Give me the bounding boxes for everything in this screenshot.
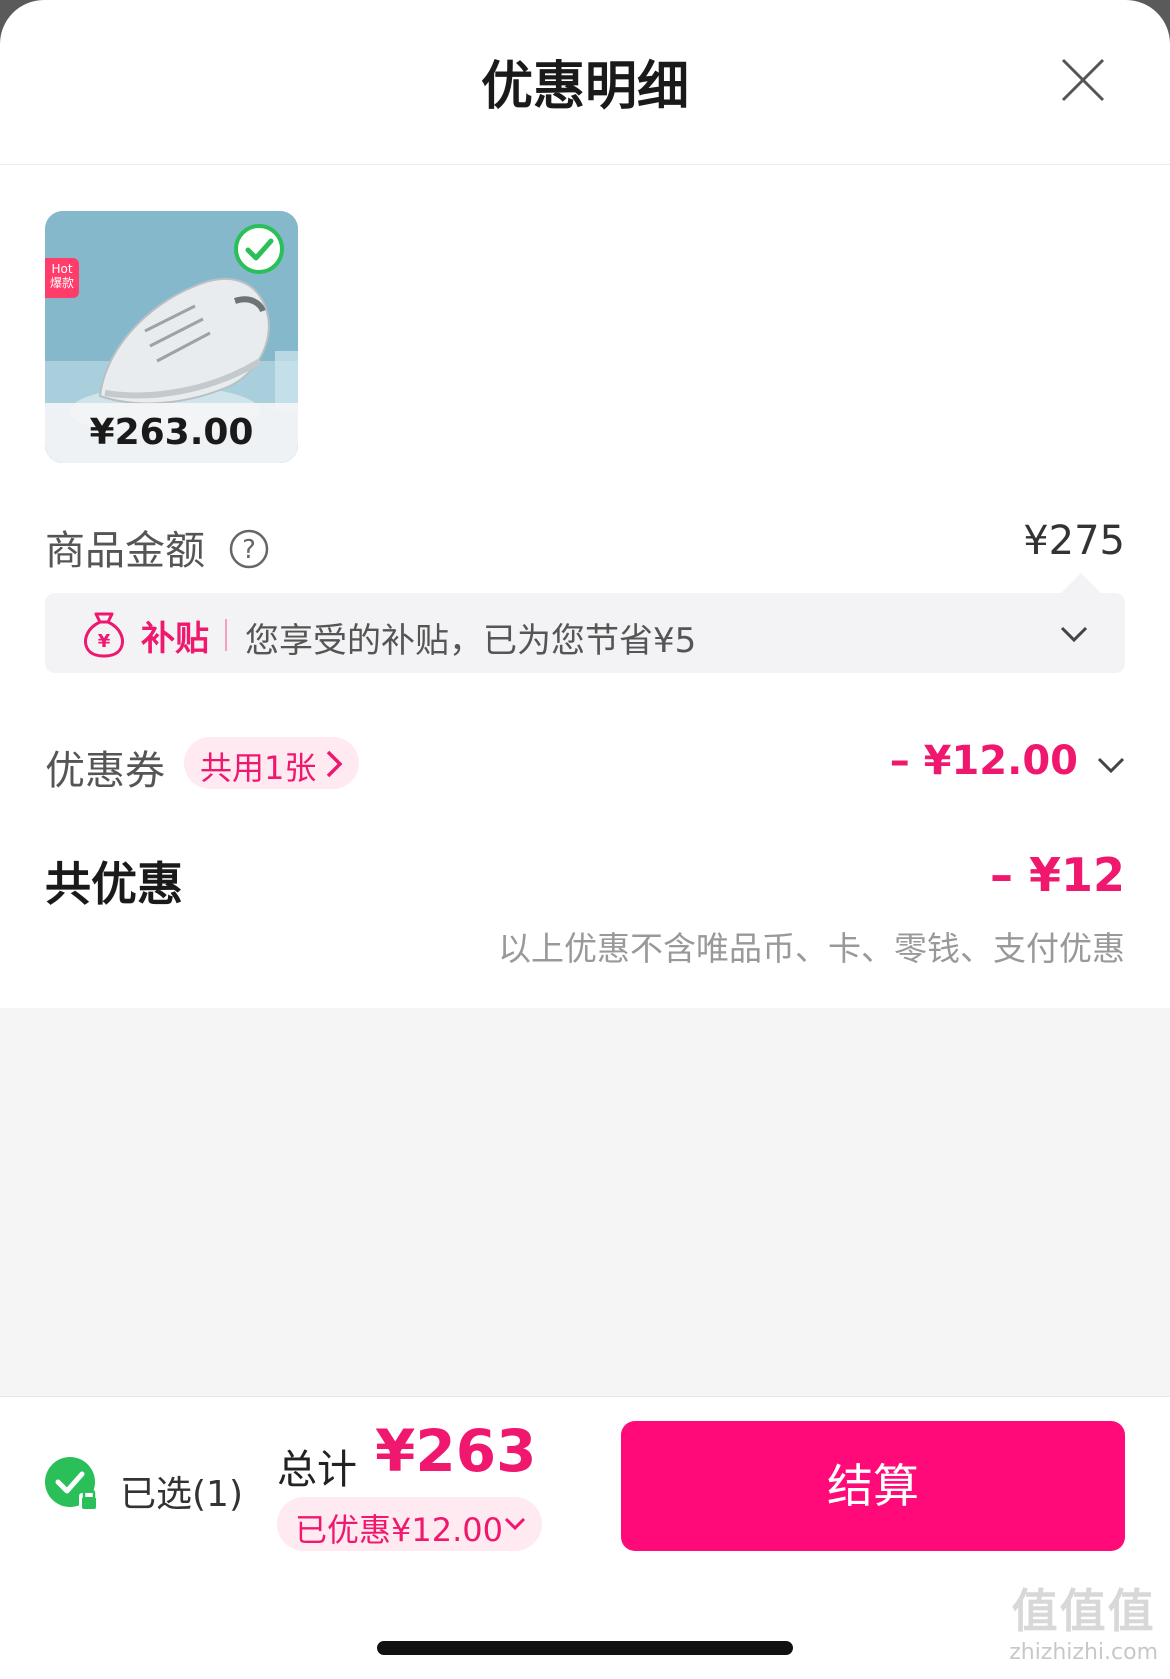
- total-value: ¥263: [375, 1417, 537, 1485]
- watermark-logo: 值值值: [1011, 1584, 1156, 1638]
- product-price: ¥263.00: [45, 403, 298, 463]
- chevron-down-icon: [1060, 626, 1088, 643]
- home-indicator: [377, 1641, 793, 1655]
- selected-count: 已选(1): [120, 1474, 243, 1515]
- chevron-down-icon[interactable]: [1094, 748, 1128, 782]
- discount-detail-sheet: 优惠明细 Hot 爆款 ¥263.00 商品金额 ? ¥275 ¥ 补贴 您享受…: [0, 0, 1170, 1679]
- subsidy-text: 您享受的补贴，已为您节省¥5: [245, 621, 697, 661]
- selected-check-icon[interactable]: [43, 1455, 101, 1513]
- total-discount-label: 共优惠: [45, 857, 183, 911]
- goods-amount-text: 商品金额: [45, 528, 205, 574]
- money-bag-icon: ¥: [84, 612, 124, 658]
- sheet-header: 优惠明细: [0, 0, 1170, 165]
- watermark-url: zhizhizhi.com: [1009, 1640, 1158, 1665]
- total-label: 总计: [277, 1447, 357, 1493]
- goods-amount-value: ¥275: [1023, 518, 1125, 564]
- discount-note: 以上优惠不含唯品币、卡、零钱、支付优惠: [498, 929, 1125, 968]
- chevron-right-icon: [326, 750, 343, 778]
- subsidy-tag: 补贴: [141, 619, 209, 659]
- total-discount-value: – ¥12: [989, 848, 1125, 902]
- subsidy-pointer: [1061, 573, 1101, 593]
- coupon-count-pill[interactable]: 共用1张: [184, 737, 359, 789]
- sheet-title: 优惠明细: [480, 57, 689, 117]
- coupon-count-text: 共用1张: [200, 749, 317, 787]
- hot-tag: Hot 爆款: [45, 258, 79, 298]
- help-icon[interactable]: ?: [228, 528, 270, 570]
- saved-amount-pill[interactable]: 已优惠¥12.00: [277, 1497, 542, 1551]
- saved-amount-text: 已优惠¥12.00: [295, 1511, 503, 1549]
- subsidy-bar[interactable]: ¥ 补贴 您享受的补贴，已为您节省¥5: [45, 593, 1125, 673]
- empty-area: [0, 1008, 1170, 1396]
- chevron-down-icon: [504, 1517, 526, 1531]
- checkout-footer: 已选(1) 总计 ¥263 已优惠¥12.00 结算 值值值 zhizhizhi…: [0, 1396, 1170, 1679]
- checked-icon: [234, 224, 284, 274]
- goods-amount-label: 商品金额 ?: [45, 518, 270, 576]
- watermark: 值值值 zhizhizhi.com: [1009, 1583, 1158, 1667]
- subsidy-divider: [225, 619, 227, 651]
- checkout-button[interactable]: 结算: [621, 1421, 1125, 1551]
- coupon-value[interactable]: – ¥12.00: [890, 738, 1078, 784]
- coupon-label: 优惠券: [45, 748, 165, 794]
- product-thumbnail[interactable]: Hot 爆款 ¥263.00: [45, 211, 298, 463]
- svg-text:¥: ¥: [98, 631, 111, 652]
- close-icon[interactable]: [1055, 52, 1111, 108]
- svg-text:?: ?: [242, 535, 256, 565]
